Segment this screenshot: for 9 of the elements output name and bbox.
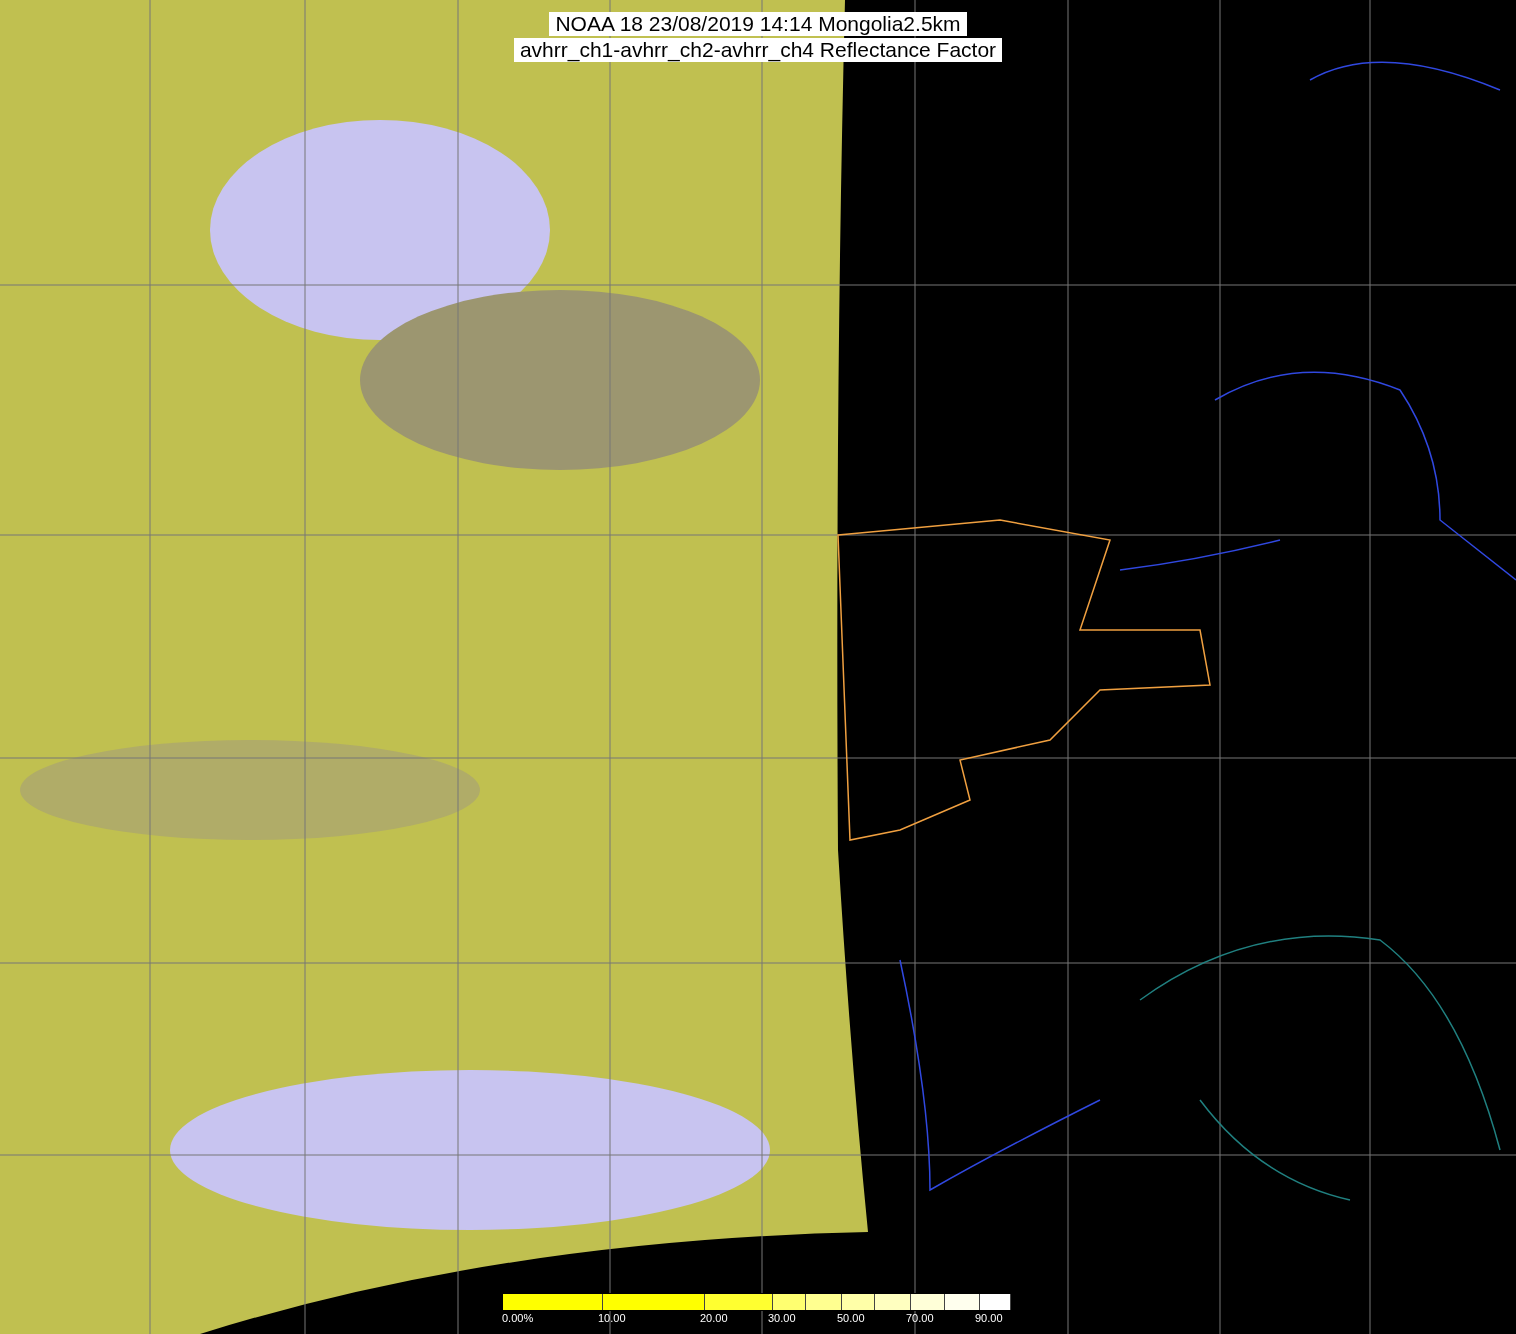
colorbar-label: 70.00 [906, 1312, 934, 1324]
colorbar-label: 10.00 [598, 1312, 626, 1324]
image-title: NOAA 18 23/08/2019 14:14 Mongolia2.5km [549, 12, 967, 36]
image-subtitle: avhrr_ch1-avhrr_ch2-avhrr_ch4 Reflectance Factor [513, 38, 1003, 62]
colorbar-label: 50.00 [837, 1312, 865, 1324]
colorbar-label: 20.00 [700, 1312, 728, 1324]
colorbar-label: 90.00 [975, 1312, 1003, 1324]
colorbar-label: 30.00 [768, 1312, 796, 1324]
colorbar-label: 0.00% [502, 1312, 534, 1324]
